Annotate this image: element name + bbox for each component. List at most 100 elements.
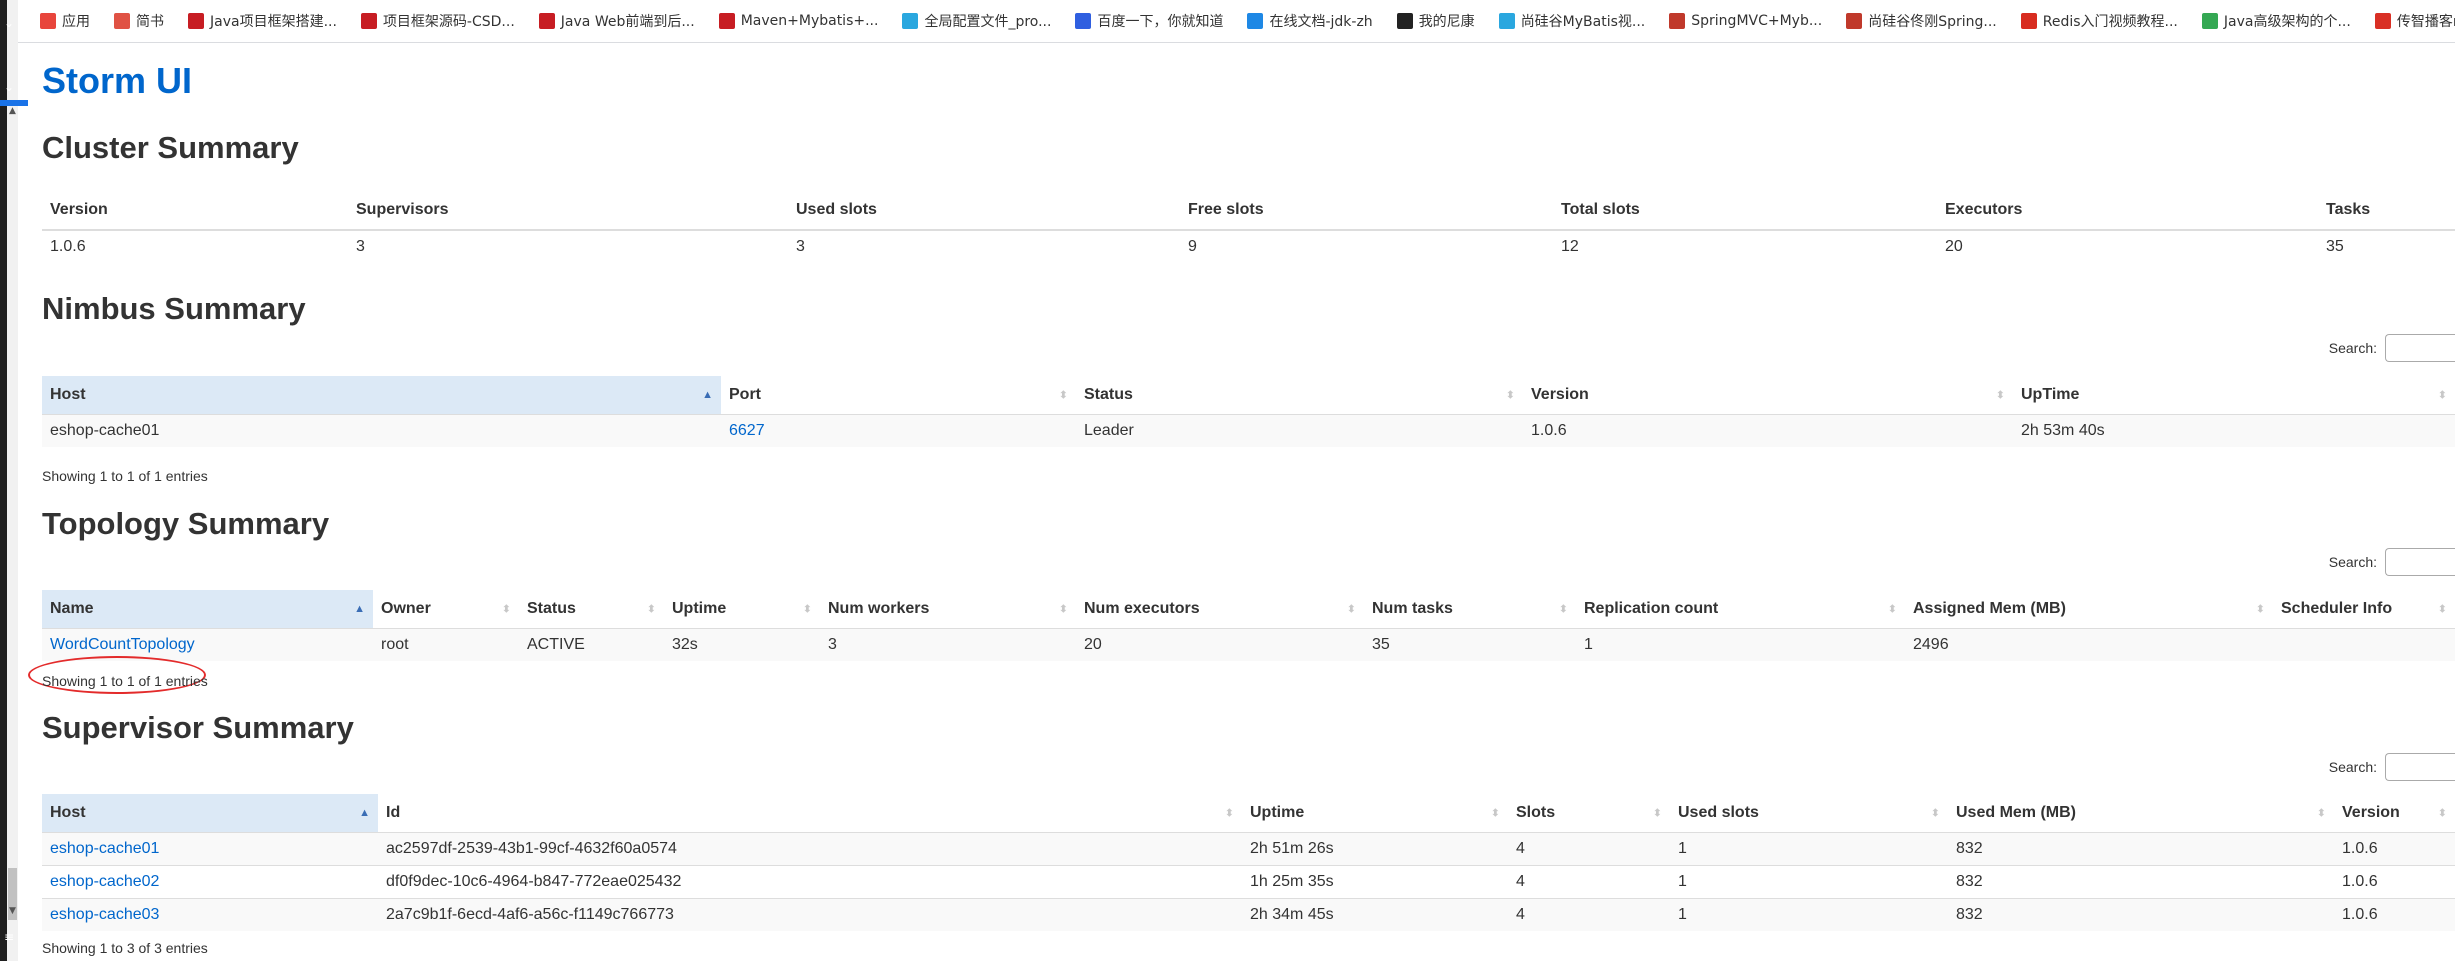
column-header-num-executors[interactable]: Num executors ⬍ xyxy=(1076,590,1364,629)
cell-executors: 20 xyxy=(1937,229,2318,263)
cell-id: df0f9dec-10c6-4964-b847-772eae025432 xyxy=(378,865,1242,899)
bookmark-item[interactable]: Maven+Mybatis+... xyxy=(718,13,878,29)
cell-uptime: 32s xyxy=(664,628,820,661)
bookmark-item[interactable]: Redis入门视频教程... xyxy=(2020,11,2178,31)
column-header-used-mem-mb[interactable]: Used Mem (MB) ⬍ xyxy=(1948,794,2334,833)
cell-version: 1.0.6 xyxy=(1523,414,2013,447)
column-header-tasks: Tasks xyxy=(2318,191,2455,231)
bookmark-item[interactable]: 尚硅谷佟刚Spring... xyxy=(1846,11,1997,31)
cell-uptime: 2h 53m 40s xyxy=(2013,414,2455,447)
host-link[interactable]: eshop-cache03 xyxy=(50,906,159,923)
cell-uptime: 2h 51m 26s xyxy=(1242,832,1508,866)
cell-used-slots: 1 xyxy=(1670,898,1948,931)
sort-icon: ⬍ xyxy=(1652,807,1662,820)
scroll-down-icon[interactable]: ▼ xyxy=(7,906,18,916)
table-row: eshop-cache02 df0f9dec-10c6-4964-b847-772… xyxy=(42,865,2455,899)
column-header-uptime[interactable]: Uptime ⬍ xyxy=(1242,794,1508,833)
column-header-label: Num executors xyxy=(1084,600,1200,617)
bookmark-label: 传智播客redis基础... xyxy=(2396,14,2455,30)
column-header-port[interactable]: Port ⬍ xyxy=(721,376,1076,415)
column-header-label: Owner xyxy=(381,600,431,617)
chevron-down-icon[interactable]: ⌄ xyxy=(1,80,17,94)
bookmark-item[interactable]: 项目框架源码-CSD... xyxy=(360,11,515,31)
bookmark-item[interactable]: 尚硅谷MyBatis视... xyxy=(1498,11,1645,31)
menu-icon[interactable]: ≡ xyxy=(1,930,17,944)
bookmark-item[interactable]: 我的尼康 xyxy=(1396,11,1475,31)
name-link[interactable]: WordCountTopology xyxy=(50,636,195,653)
column-header-label: Id xyxy=(386,804,401,821)
column-header-version[interactable]: Version ⬍ xyxy=(1523,376,2013,415)
sort-icon: ⬍ xyxy=(1058,389,1068,402)
sort-icon: ⬍ xyxy=(1224,807,1234,820)
column-header-status[interactable]: Status ⬍ xyxy=(1076,376,1523,415)
cell-slots: 4 xyxy=(1508,898,1670,931)
column-header-host[interactable]: Host ▲ xyxy=(42,376,721,415)
cell-used-slots: 3 xyxy=(788,229,1180,263)
column-header-label: Num workers xyxy=(828,600,930,617)
bookmark-item[interactable]: SpringMVC+Myb... xyxy=(1669,13,1822,29)
apps-grid-icon xyxy=(40,13,56,29)
jianshu-icon xyxy=(114,13,130,29)
column-header-slots[interactable]: Slots ⬍ xyxy=(1508,794,1670,833)
column-header-label: Scheduler Info xyxy=(2281,600,2393,617)
table-row: eshop-cache01 ac2597df-2539-43b1-99cf-463… xyxy=(42,832,2455,866)
column-header-id[interactable]: Id ⬍ xyxy=(378,794,1242,833)
bookmark-label: SpringMVC+Myb... xyxy=(1691,13,1823,29)
column-header-used-slots[interactable]: Used slots ⬍ xyxy=(1670,794,1948,833)
port-link[interactable]: 6627 xyxy=(729,422,765,439)
cell-free-slots: 9 xyxy=(1180,229,1553,263)
sort-icon: ⬍ xyxy=(2437,389,2447,402)
nimbus-summary-heading: Nimbus Summary xyxy=(42,291,306,326)
nimbus-search-input[interactable] xyxy=(2385,334,2455,362)
host-link[interactable]: eshop-cache02 xyxy=(50,873,159,890)
column-header-version[interactable]: Version ⬍ xyxy=(2334,794,2455,833)
cell-version: 1.0.6 xyxy=(2334,865,2455,899)
topology-entries-info: Showing 1 to 1 of 1 entries xyxy=(42,673,208,689)
sort-icon: ⬍ xyxy=(1346,603,1356,616)
chevron-down-icon[interactable]: ⌄ xyxy=(1,16,17,30)
cell-host: eshop-cache03 xyxy=(42,898,378,931)
bookmark-label: 简书 xyxy=(136,14,164,30)
column-header-label: Used Mem (MB) xyxy=(1956,804,2077,821)
supervisor-entries-info: Showing 1 to 3 of 3 entries xyxy=(42,940,208,956)
column-header-num-tasks[interactable]: Num tasks ⬍ xyxy=(1364,590,1576,629)
cell-slots: 4 xyxy=(1508,832,1670,866)
supervisor-search-input[interactable] xyxy=(2385,753,2455,781)
sort-ascending-icon: ▲ xyxy=(354,603,365,615)
column-header-scheduler-info[interactable]: Scheduler Info ⬍ xyxy=(2273,590,2455,629)
topology-search-input[interactable] xyxy=(2385,548,2455,576)
scroll-up-icon[interactable]: ▲ xyxy=(7,106,18,116)
column-header-owner[interactable]: Owner ⬍ xyxy=(373,590,519,629)
table-row: eshop-cache03 2a7c9b1f-6ecd-4af6-a56c-f11… xyxy=(42,898,2455,931)
bookmark-item[interactable]: Java Web前端到后... xyxy=(538,11,695,31)
bookmark-item[interactable]: 简书 xyxy=(114,11,164,31)
column-header-uptime[interactable]: Uptime ⬍ xyxy=(664,590,820,629)
column-header-executors: Executors xyxy=(1937,191,2318,231)
sort-icon: ⬍ xyxy=(2255,603,2265,616)
column-header-replication-count[interactable]: Replication count ⬍ xyxy=(1576,590,1905,629)
bookmark-item[interactable]: 在线文档-jdk-zh xyxy=(1247,11,1373,31)
sort-icon: ⬍ xyxy=(1887,603,1897,616)
bookmark-item[interactable]: 全局配置文件_pro... xyxy=(902,11,1051,31)
bookmark-item[interactable]: Java项目框架搭建... xyxy=(188,11,337,31)
column-header-status[interactable]: Status ⬍ xyxy=(519,590,664,629)
sort-icon: ⬍ xyxy=(802,603,812,616)
column-header-assigned-mem-mb[interactable]: Assigned Mem (MB) ⬍ xyxy=(1905,590,2273,629)
sort-icon: ⬍ xyxy=(1505,389,1515,402)
column-header-name[interactable]: Name ▲ xyxy=(42,590,373,629)
cluster-summary-heading: Cluster Summary xyxy=(42,130,299,165)
topology-summary-heading: Topology Summary xyxy=(42,506,330,541)
cell-used-slots: 1 xyxy=(1670,832,1948,866)
host-link[interactable]: eshop-cache01 xyxy=(50,840,159,857)
column-header-num-workers[interactable]: Num workers ⬍ xyxy=(820,590,1076,629)
bookmark-item[interactable]: Java高级架构的个... xyxy=(2201,11,2351,31)
bookmark-item[interactable]: 传智播客redis基础... xyxy=(2374,11,2455,31)
scrollbar-track[interactable] xyxy=(7,0,18,961)
csdn-icon xyxy=(188,13,204,29)
bookmark-item[interactable]: 百度一下，你就知道 xyxy=(1075,11,1223,31)
column-header-free-slots: Free slots xyxy=(1180,191,1553,231)
cell-host: eshop-cache01 xyxy=(42,414,721,447)
column-header-host[interactable]: Host ▲ xyxy=(42,794,378,833)
bookmark-item[interactable]: 应用 xyxy=(40,11,90,31)
column-header-uptime[interactable]: UpTime ⬍ xyxy=(2013,376,2455,415)
